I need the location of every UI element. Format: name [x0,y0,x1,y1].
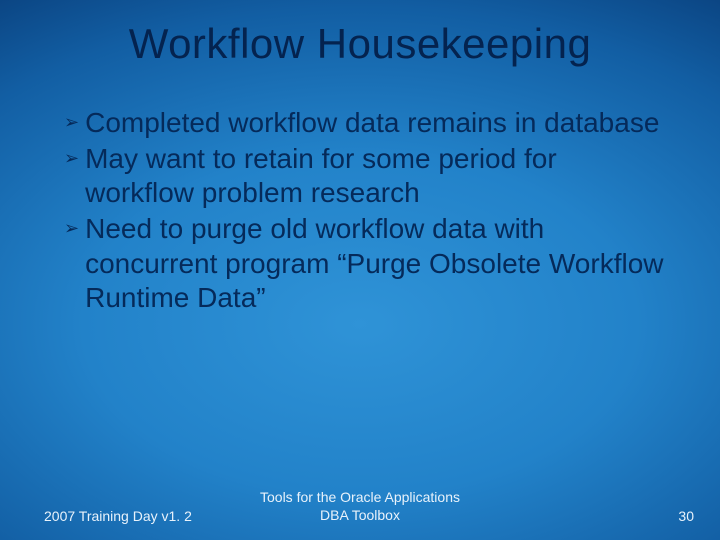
bullet-text: Completed workflow data remains in datab… [85,106,666,140]
slide-body: ➢ Completed workflow data remains in dat… [64,106,666,317]
bullet-item: ➢ Need to purge old workflow data with c… [64,212,666,314]
slide-footer: 2007 Training Day v1. 2 Tools for the Or… [0,508,720,524]
bullet-text: May want to retain for some period for w… [85,142,666,210]
footer-center-line2: DBA Toolbox [320,507,400,523]
chevron-icon: ➢ [64,112,79,134]
footer-center-line1: Tools for the Oracle Applications [260,489,460,505]
footer-left: 2007 Training Day v1. 2 [44,508,192,524]
slide: Workflow Housekeeping ➢ Completed workfl… [0,0,720,540]
bullet-item: ➢ Completed workflow data remains in dat… [64,106,666,140]
bullet-item: ➢ May want to retain for some period for… [64,142,666,210]
slide-title: Workflow Housekeeping [0,20,720,68]
bullet-text: Need to purge old workflow data with con… [85,212,666,314]
chevron-icon: ➢ [64,218,79,240]
chevron-icon: ➢ [64,148,79,170]
footer-page-number: 30 [678,508,694,524]
